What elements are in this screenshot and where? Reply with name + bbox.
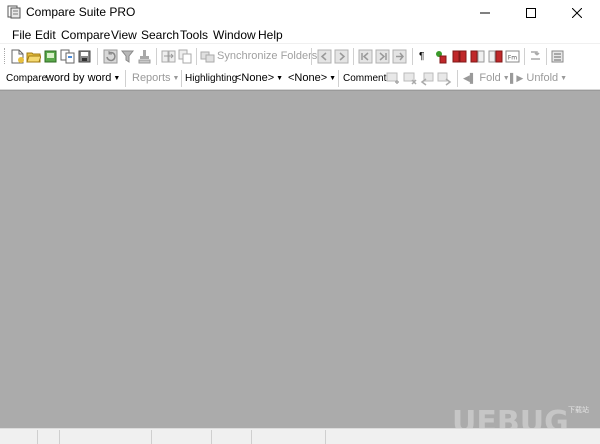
new-document-icon[interactable] [10, 49, 25, 64]
toolbar-separator [156, 48, 157, 65]
show-left-diff-icon[interactable] [470, 49, 485, 64]
merge-icon[interactable] [528, 49, 543, 64]
toolbar-separator [353, 48, 354, 65]
watermark-subtext: 下载站 [568, 407, 589, 414]
previous-change-icon[interactable] [317, 49, 332, 64]
unfold-dropdown[interactable]: ▌▶ Unfold ▼ [510, 72, 567, 84]
status-panel [152, 430, 212, 444]
chevron-down-icon: ▼ [172, 75, 180, 82]
chevron-down-icon: ▼ [113, 75, 121, 82]
title-bar: Compare Suite PRO [0, 0, 600, 25]
swap-panels-icon[interactable] [161, 49, 176, 64]
toolbar-separator [311, 48, 312, 65]
status-panel [0, 430, 38, 444]
unfold-label: Unfold [526, 72, 559, 84]
toolbar-separator [338, 70, 339, 87]
previous-comment-icon[interactable] [420, 71, 435, 86]
toolbar-separator [457, 70, 458, 87]
minimize-button[interactable] [462, 0, 508, 25]
mdi-workspace[interactable] [0, 90, 600, 428]
fold-dropdown[interactable]: ◀▌ Fold ▼ [463, 72, 510, 84]
delete-comment-icon[interactable] [403, 71, 418, 86]
chevron-down-icon: ▼ [560, 75, 568, 82]
maximize-icon [526, 7, 536, 18]
toolbar-separator [97, 48, 98, 65]
maximize-button[interactable] [508, 0, 554, 25]
open-file-icon[interactable] [26, 49, 41, 64]
next-change-icon[interactable] [334, 49, 349, 64]
add-comment-icon[interactable] [386, 71, 401, 86]
goto-line-icon[interactable] [392, 49, 407, 64]
compare-files-icon[interactable] [60, 49, 75, 64]
stamp-icon[interactable] [137, 49, 152, 64]
last-difference-icon[interactable] [375, 49, 390, 64]
save-icon[interactable] [77, 49, 92, 64]
menu-edit[interactable]: Edit [33, 28, 58, 42]
highlighting-left-dropdown[interactable]: <None> ▼ [235, 72, 283, 84]
menu-bar: File Edit Compare View Search Tools Wind… [0, 25, 600, 44]
window-title: Compare Suite PRO [26, 5, 136, 19]
sync-folders-icon[interactable] [200, 49, 215, 64]
filter-icon[interactable] [120, 49, 135, 64]
reports-label: Reports [132, 72, 171, 84]
menu-compare[interactable]: Compare [59, 28, 112, 42]
minimize-icon [480, 12, 490, 13]
highlighting-label: Highlighting [185, 73, 238, 84]
compare-mode-dropdown[interactable]: word by word ▼ [46, 72, 120, 84]
comments-label: Comments [343, 73, 392, 84]
toolbar-separator [412, 48, 413, 65]
toolbar-separator [196, 48, 197, 65]
highlighting-right-value: <None> [288, 72, 328, 84]
open-folder-icon[interactable] [43, 49, 58, 64]
show-differences-icon[interactable] [452, 49, 467, 64]
app-icon [7, 5, 21, 19]
show-right-diff-icon[interactable] [488, 49, 503, 64]
svg-text:Fm: Fm [508, 55, 517, 62]
status-panel [252, 430, 326, 444]
options-icon[interactable] [550, 49, 565, 64]
text-format-icon[interactable]: Fm [505, 49, 520, 64]
close-icon [572, 7, 582, 18]
status-panel [38, 430, 60, 444]
toolbar-separator [524, 48, 525, 65]
status-panel [60, 430, 152, 444]
toolbar-separator [181, 70, 182, 87]
menu-view[interactable]: View [109, 28, 139, 42]
unfold-icon: ▌▶ [510, 73, 524, 83]
compare-mode-value: word by word [46, 72, 112, 84]
chevron-down-icon: ▼ [276, 75, 284, 82]
highlighting-right-dropdown[interactable]: <None> ▼ [288, 72, 336, 84]
menu-file[interactable]: File [10, 28, 33, 42]
close-button[interactable] [554, 0, 600, 25]
chevron-down-icon: ▼ [329, 75, 337, 82]
synchronize-scroll-icon[interactable] [434, 49, 449, 64]
main-toolbar: Synchronize Folders ¶ Fm [0, 45, 600, 68]
status-panel [212, 430, 252, 444]
options-toolbar: Compare word by word ▼ Reports ▼ Highlight… [0, 68, 600, 90]
reports-dropdown[interactable]: Reports ▼ [132, 72, 179, 84]
pilcrow-icon[interactable]: ¶ [419, 51, 424, 62]
toolbar-separator [125, 70, 126, 87]
menu-help[interactable]: Help [256, 28, 285, 42]
menu-window[interactable]: Window [211, 28, 258, 42]
toolbar-grip[interactable] [4, 48, 6, 64]
copy-icon[interactable] [178, 49, 193, 64]
menu-search[interactable]: Search [139, 28, 181, 42]
synchronize-folders-button[interactable]: Synchronize Folders [217, 50, 317, 62]
toolbar-separator [546, 48, 547, 65]
chevron-down-icon: ▼ [502, 75, 510, 82]
first-difference-icon[interactable] [358, 49, 373, 64]
fold-icon: ◀▌ [463, 73, 477, 83]
menu-tools[interactable]: Tools [178, 28, 210, 42]
fold-label: Fold [479, 72, 501, 84]
status-bar [0, 428, 600, 444]
next-comment-icon[interactable] [437, 71, 452, 86]
highlighting-left-value: <None> [235, 72, 275, 84]
refresh-icon[interactable] [103, 49, 118, 64]
compare-label: Compare [6, 73, 48, 84]
